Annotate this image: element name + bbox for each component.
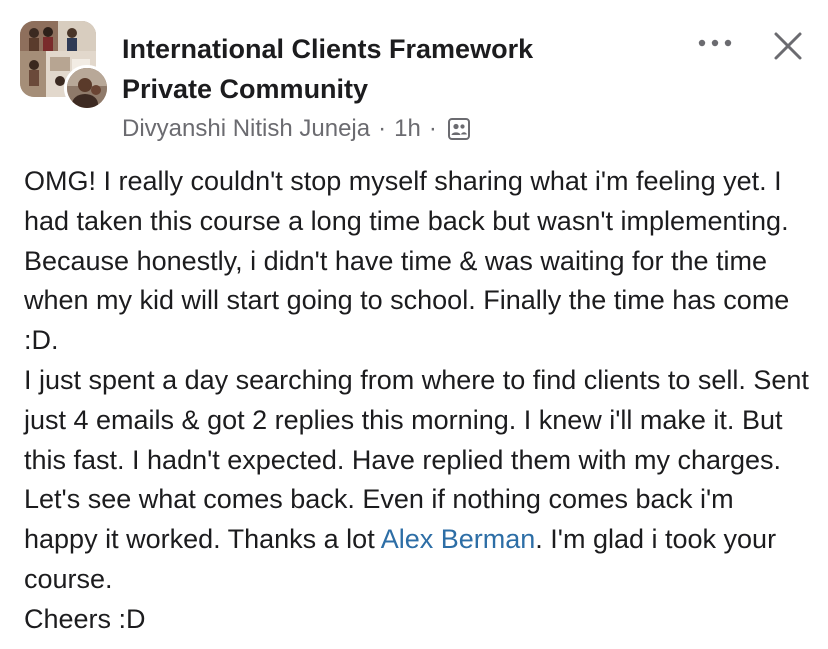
group-name-link[interactable]: International Clients Framework Private … xyxy=(122,29,642,109)
post-paragraph-1: OMG! I really couldn't stop myself shari… xyxy=(24,166,790,356)
close-button[interactable] xyxy=(766,24,810,68)
post-paragraph-2: I just spent a day searching from where … xyxy=(24,361,814,600)
close-icon xyxy=(774,32,802,60)
post-closing: Cheers :D xyxy=(24,603,146,634)
author-photo xyxy=(67,68,107,108)
post-text: OMG! I really couldn't stop myself shari… xyxy=(24,162,814,640)
avatar-group[interactable] xyxy=(20,21,110,111)
members-only-group-icon xyxy=(447,117,471,141)
mention-link[interactable]: Alex Berman xyxy=(381,524,536,554)
post-meta: Divyanshi Nitish Juneja · 1h · xyxy=(122,112,471,146)
meta-separator: · xyxy=(428,115,437,142)
more-dots-icon xyxy=(698,39,732,47)
author-avatar[interactable] xyxy=(64,65,110,111)
author-name-link[interactable]: Divyanshi Nitish Juneja xyxy=(122,115,370,143)
post-timestamp[interactable]: 1h xyxy=(394,115,421,143)
group-name-line-1: International Clients Framework xyxy=(122,34,534,64)
post-card: International Clients Framework Private … xyxy=(0,0,828,649)
meta-separator: · xyxy=(378,115,387,142)
more-options-button[interactable] xyxy=(693,28,737,58)
group-name-line-2: Private Community xyxy=(122,74,369,104)
